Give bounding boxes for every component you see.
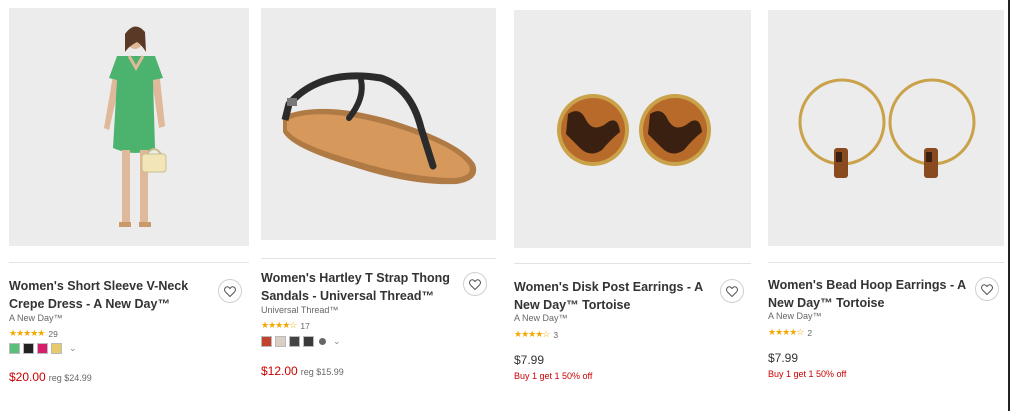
- product-card-sandals[interactable]: Women's Hartley T Strap Thong Sandals - …: [258, 0, 503, 411]
- product-brand[interactable]: A New Day™: [768, 311, 822, 321]
- swatch-black[interactable]: [303, 336, 314, 347]
- star-rating: ★★★★☆: [768, 327, 804, 337]
- price: $12.00 reg $15.99: [261, 364, 344, 378]
- swatch-yellow[interactable]: [51, 343, 62, 354]
- sale-price: $12.00: [261, 364, 298, 378]
- hoop-earrings-photo: [768, 10, 1004, 246]
- rating-count: 3: [553, 329, 559, 340]
- price-value: $7.99: [514, 353, 545, 367]
- price: $7.99: [768, 351, 798, 365]
- sale-price: $20.00: [9, 370, 46, 384]
- scrollbar-edge: [1008, 0, 1010, 411]
- rating-stars: ★★★★☆ 3: [514, 329, 558, 340]
- product-image-disk-earrings[interactable]: [514, 10, 751, 248]
- card-divider: [261, 258, 496, 259]
- price-value: $7.99: [768, 351, 799, 365]
- regular-price: reg $15.99: [300, 367, 344, 377]
- swatch-dark-gray[interactable]: [289, 336, 300, 347]
- chevron-down-icon[interactable]: ⌄: [333, 336, 341, 347]
- product-image-dress[interactable]: [9, 8, 249, 246]
- product-title[interactable]: Women's Short Sleeve V-Neck Crepe Dress …: [9, 277, 209, 313]
- card-divider: [768, 262, 1004, 263]
- product-title[interactable]: Women's Bead Hoop Earrings - A New Day™ …: [768, 276, 968, 312]
- more-colors-icon[interactable]: [319, 338, 326, 345]
- heart-icon: [469, 278, 481, 290]
- price: $20.00 reg $24.99: [9, 370, 92, 384]
- price: $7.99: [514, 353, 544, 367]
- regular-price: reg $24.99: [48, 373, 92, 383]
- rating-count: 2: [807, 327, 813, 338]
- color-swatches: ⌄: [261, 336, 341, 347]
- card-divider: [514, 263, 751, 264]
- heart-icon: [726, 285, 738, 297]
- rating-stars: ★★★★☆ 2: [768, 327, 812, 338]
- rating-count: 29: [48, 328, 58, 339]
- rating-stars: ★★★★★ 29: [9, 328, 58, 339]
- swatch-black[interactable]: [23, 343, 34, 354]
- product-image-hoop-earrings[interactable]: [768, 10, 1004, 246]
- product-card-hoop-earrings[interactable]: Women's Bead Hoop Earrings - A New Day™ …: [766, 0, 1006, 411]
- rating-count: 17: [300, 320, 310, 331]
- color-swatches: ⌄: [9, 343, 77, 354]
- favorite-button[interactable]: [218, 279, 242, 303]
- product-title[interactable]: Women's Hartley T Strap Thong Sandals - …: [261, 269, 461, 305]
- favorite-button[interactable]: [975, 277, 999, 301]
- card-divider: [9, 262, 249, 263]
- sandal-photo: [261, 8, 496, 240]
- favorite-button[interactable]: [720, 279, 744, 303]
- rating-stars: ★★★★☆ 17: [261, 320, 310, 331]
- promo-text[interactable]: Buy 1 get 1 50% off: [514, 371, 592, 381]
- promo-text[interactable]: Buy 1 get 1 50% off: [768, 369, 846, 379]
- product-brand[interactable]: A New Day™: [514, 313, 568, 323]
- star-rating: ★★★★★: [9, 328, 45, 338]
- dress-photo: [9, 8, 249, 246]
- product-brand[interactable]: Universal Thread™: [261, 305, 338, 315]
- star-rating: ★★★★☆: [261, 320, 297, 330]
- swatch-red-print[interactable]: [261, 336, 272, 347]
- swatch-light-print[interactable]: [275, 336, 286, 347]
- disk-earrings-photo: [514, 10, 751, 248]
- favorite-button[interactable]: [463, 272, 487, 296]
- product-brand[interactable]: A New Day™: [9, 313, 63, 323]
- product-title[interactable]: Women's Disk Post Earrings - A New Day™ …: [514, 278, 714, 314]
- product-card-disk-earrings[interactable]: Women's Disk Post Earrings - A New Day™ …: [511, 0, 756, 411]
- product-card-dress[interactable]: Women's Short Sleeve V-Neck Crepe Dress …: [0, 0, 250, 411]
- swatch-pink[interactable]: [37, 343, 48, 354]
- swatch-green[interactable]: [9, 343, 20, 354]
- product-image-sandals[interactable]: [261, 8, 496, 240]
- heart-icon: [981, 283, 993, 295]
- chevron-down-icon[interactable]: ⌄: [69, 343, 77, 354]
- heart-icon: [224, 285, 236, 297]
- star-rating: ★★★★☆: [514, 329, 550, 339]
